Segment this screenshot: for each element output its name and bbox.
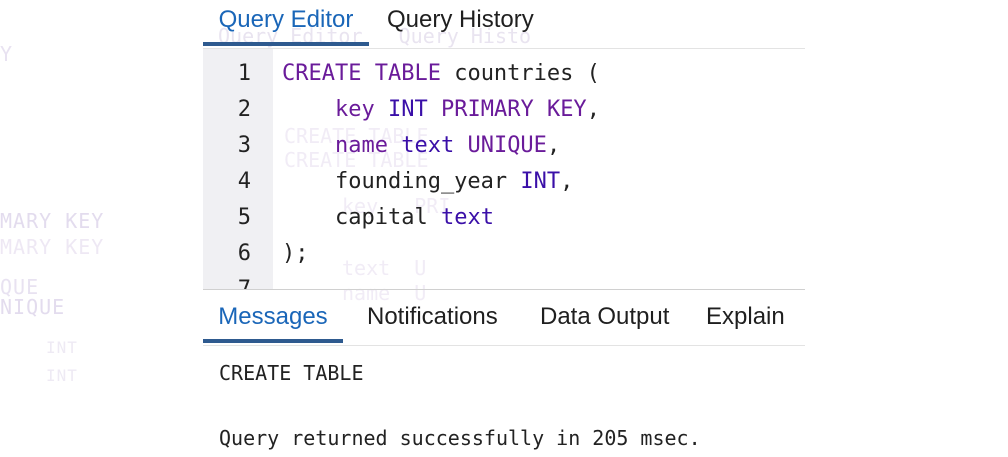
code-text: founding_year INT, — [282, 164, 573, 200]
ghost-text-3: MARY KEY — [0, 235, 105, 259]
sql-keyword: UNIQUE — [467, 133, 547, 158]
line-number: 7 — [237, 277, 251, 290]
ghost-text-7: INT — [46, 366, 78, 385]
tab-query-history[interactable]: Query History — [387, 0, 534, 46]
code-line: 2 key INT PRIMARY KEY, — [203, 92, 805, 128]
editor-tabbar: Query Editor Query History — [203, 0, 805, 49]
sql-keyword: key — [334, 97, 375, 122]
line-number: 3 — [237, 133, 251, 158]
sql-text: , — [546, 133, 561, 158]
sql-keyword: name — [334, 133, 388, 158]
tab-data-output[interactable]: Data Output — [540, 297, 669, 343]
line-number: 6 — [237, 241, 251, 266]
sql-type: text — [440, 205, 494, 230]
sql-type: INT — [520, 169, 561, 194]
sql-text: countries ( — [440, 61, 600, 86]
sql-editor[interactable]: 1 CREATE TABLE countries (2 key INT PRIMA… — [203, 49, 805, 290]
code-text: CREATE TABLE countries ( — [282, 56, 600, 92]
code-text: key INT PRIMARY KEY, — [282, 92, 600, 128]
code-text: name text UNIQUE, — [282, 128, 560, 164]
line-number: 4 — [237, 169, 251, 194]
sql-type: INT — [387, 97, 428, 122]
sql-type: text — [401, 133, 455, 158]
ghost-text-5: NIQUE — [0, 295, 66, 319]
code-line: 5 capital text — [203, 200, 805, 236]
code-text: ); — [282, 236, 309, 272]
line-number: 1 — [237, 61, 251, 86]
code-text: capital text — [282, 200, 494, 236]
ghost-text-1: Y — [0, 42, 14, 66]
code-line: 1 CREATE TABLE countries ( — [203, 56, 805, 92]
ghost-text-2: MARY KEY — [0, 209, 105, 233]
sql-text: founding_year — [282, 169, 521, 194]
line-number: 5 — [237, 205, 251, 230]
sql-keyword: PRIMARY KEY — [440, 97, 587, 122]
code-line: 4 founding_year INT, — [203, 164, 805, 200]
tab-notifications[interactable]: Notifications — [367, 297, 498, 343]
sql-text: , — [586, 97, 600, 122]
message-create-table: CREATE TABLE — [219, 361, 364, 385]
message-query-success: Query returned successfully in 205 msec. — [219, 426, 701, 450]
sql-keyword: CREATE TABLE — [282, 61, 441, 86]
sql-text: capital — [282, 205, 441, 230]
tab-query-editor[interactable]: Query Editor — [203, 0, 369, 46]
code-line: 6); — [203, 236, 805, 272]
code-line: 3 name text UNIQUE, — [203, 128, 805, 164]
query-tool-panel: Query Editor Query History 1 CREATE TABLE… — [203, 0, 805, 457]
tab-explain[interactable]: Explain — [706, 297, 785, 343]
sql-text: , — [560, 169, 574, 194]
sql-text: ); — [282, 241, 309, 266]
tab-messages[interactable]: Messages — [203, 297, 343, 343]
ghost-text-4: QUE — [0, 275, 40, 299]
code-line: 7 — [203, 272, 805, 290]
output-tabbar: Messages Notifications Data Output Expla… — [203, 297, 805, 346]
ghost-text-6: INT — [46, 338, 78, 357]
line-number: 2 — [237, 97, 251, 122]
